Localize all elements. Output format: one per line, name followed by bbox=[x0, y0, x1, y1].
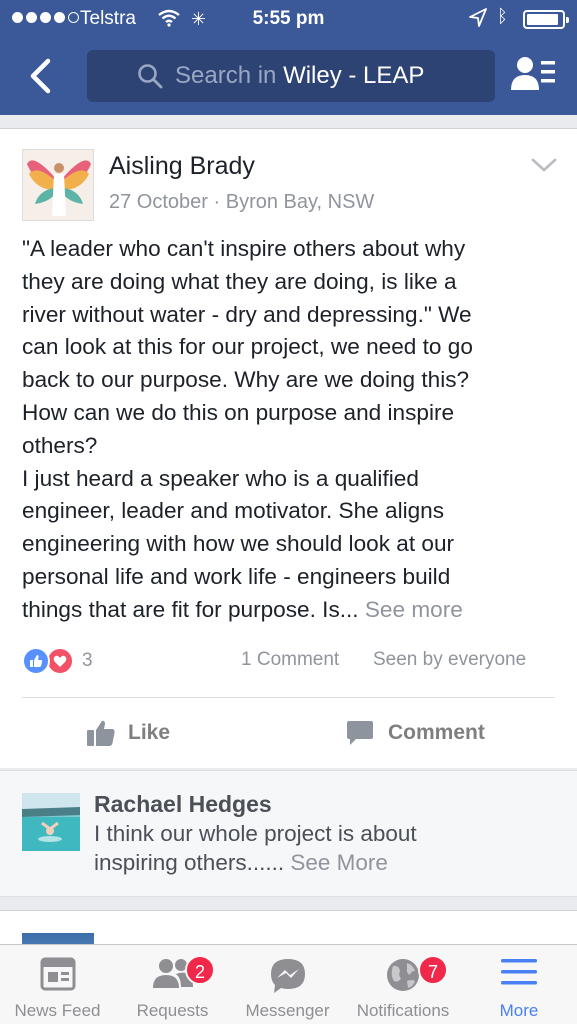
back-arrow-icon bbox=[30, 58, 51, 94]
status-bar: Telstra ✳ 5:55 pm ᛒ bbox=[0, 0, 577, 38]
notifications-badge: 7 bbox=[418, 955, 448, 985]
avatar-image bbox=[23, 150, 93, 220]
tab-label: Notifications bbox=[356, 1001, 450, 1020]
comment-count-link[interactable]: 1 Comment bbox=[241, 649, 339, 671]
clock: 5:55 pm bbox=[252, 8, 325, 29]
news-feed-icon bbox=[40, 957, 75, 991]
group-search-input[interactable]: Search in Wiley - LEAP bbox=[87, 50, 495, 102]
comment-preview[interactable]: Rachael Hedges I think our whole project… bbox=[0, 770, 577, 897]
divider bbox=[22, 697, 555, 698]
post-text-line: personal life and work life - engineers … bbox=[22, 563, 451, 589]
comment-button[interactable]: Comment bbox=[346, 719, 485, 747]
comment-text-line: I think our whole project is about bbox=[94, 821, 417, 846]
requests-badge: 2 bbox=[185, 955, 215, 985]
seen-by-link[interactable]: Seen by everyone bbox=[373, 649, 526, 671]
post-text-line: engineer, leader and motivator. She alig… bbox=[22, 498, 445, 524]
see-more-link[interactable]: See more bbox=[365, 597, 463, 622]
tab-bar: News Feed 2 Requests Messenger 7 Notific… bbox=[0, 944, 577, 1024]
post-text-line: I just heard a speaker who is a qualifie… bbox=[22, 465, 419, 491]
tab-requests[interactable]: 2 Requests bbox=[115, 945, 230, 1024]
commenter-avatar[interactable] bbox=[22, 793, 80, 851]
reaction-count: 3 bbox=[82, 650, 93, 671]
post-text-line: river without water - dry and depressing… bbox=[22, 301, 472, 327]
commenter-avatar-image bbox=[22, 793, 80, 851]
meta-separator: · bbox=[213, 191, 221, 213]
like-button[interactable]: Like bbox=[86, 719, 170, 747]
globe-icon bbox=[387, 959, 419, 991]
search-icon bbox=[138, 64, 163, 89]
bluetooth-icon: ᛒ bbox=[497, 6, 508, 26]
post-location[interactable]: Byron Bay, NSW bbox=[226, 191, 375, 213]
messenger-icon bbox=[270, 959, 305, 993]
reactions-summary[interactable]: 3 bbox=[22, 647, 93, 675]
tab-more[interactable]: More bbox=[461, 945, 577, 1024]
location-arrow-icon bbox=[469, 8, 487, 27]
post-text-truncated: things that are fit for purpose. Is... bbox=[22, 596, 359, 622]
post-text-line: others? bbox=[22, 432, 98, 458]
tab-notifications[interactable]: 7 Notifications bbox=[345, 945, 461, 1024]
post-author-name[interactable]: Aisling Brady bbox=[109, 152, 255, 181]
post-text-line: How can we do this on purpose and inspir… bbox=[22, 399, 455, 425]
author-avatar[interactable] bbox=[22, 149, 94, 221]
comment-text-line: inspiring others...... See More bbox=[94, 850, 388, 875]
post-text-last-line: things that are fit for purpose. Is... S… bbox=[22, 594, 557, 627]
tab-label: Requests bbox=[136, 1001, 209, 1020]
love-reaction-icon bbox=[46, 647, 74, 675]
thumbs-up-icon bbox=[87, 720, 115, 746]
post-text-line: back to our purpose. Why are we doing th… bbox=[22, 367, 470, 393]
app-header: Telstra ✳ 5:55 pm ᛒ Search in Wiley - LE… bbox=[0, 0, 577, 115]
post-text-line: "A leader who can't inspire others about… bbox=[22, 236, 466, 261]
search-placeholder: Search in Wiley - LEAP bbox=[175, 62, 425, 89]
battery-icon bbox=[523, 10, 569, 29]
like-reaction-icon bbox=[22, 647, 50, 675]
menu-icon bbox=[501, 959, 537, 985]
post-body: "A leader who can't inspire others about… bbox=[22, 233, 557, 627]
comment-text: I think our whole project is about inspi… bbox=[94, 819, 554, 877]
chevron-down-icon[interactable] bbox=[531, 157, 557, 173]
tab-label: News Feed bbox=[14, 1001, 101, 1020]
post-meta: 27 October · Byron Bay, NSW bbox=[109, 191, 374, 214]
commenter-name[interactable]: Rachael Hedges bbox=[94, 791, 272, 818]
tab-label: Messenger bbox=[245, 1001, 330, 1020]
post-date[interactable]: 27 October bbox=[109, 191, 208, 213]
post-card: Aisling Brady 27 October · Byron Bay, NS… bbox=[0, 128, 577, 768]
comment-bubble-icon bbox=[347, 721, 373, 745]
like-label: Like bbox=[128, 721, 171, 744]
tab-label: More bbox=[499, 1001, 539, 1020]
comment-label: Comment bbox=[388, 721, 485, 744]
post-text-line: they are doing what they are doing, is l… bbox=[22, 268, 457, 294]
back-button[interactable] bbox=[22, 56, 58, 96]
comment-see-more-link[interactable]: See More bbox=[290, 850, 388, 875]
tab-messenger[interactable]: Messenger bbox=[230, 945, 345, 1024]
members-icon[interactable] bbox=[510, 54, 558, 94]
post-text-line: can look at this for our project, we nee… bbox=[22, 334, 473, 360]
tab-news-feed[interactable]: News Feed bbox=[0, 945, 115, 1024]
post-text-line: engineering with how we should look at o… bbox=[22, 531, 455, 557]
